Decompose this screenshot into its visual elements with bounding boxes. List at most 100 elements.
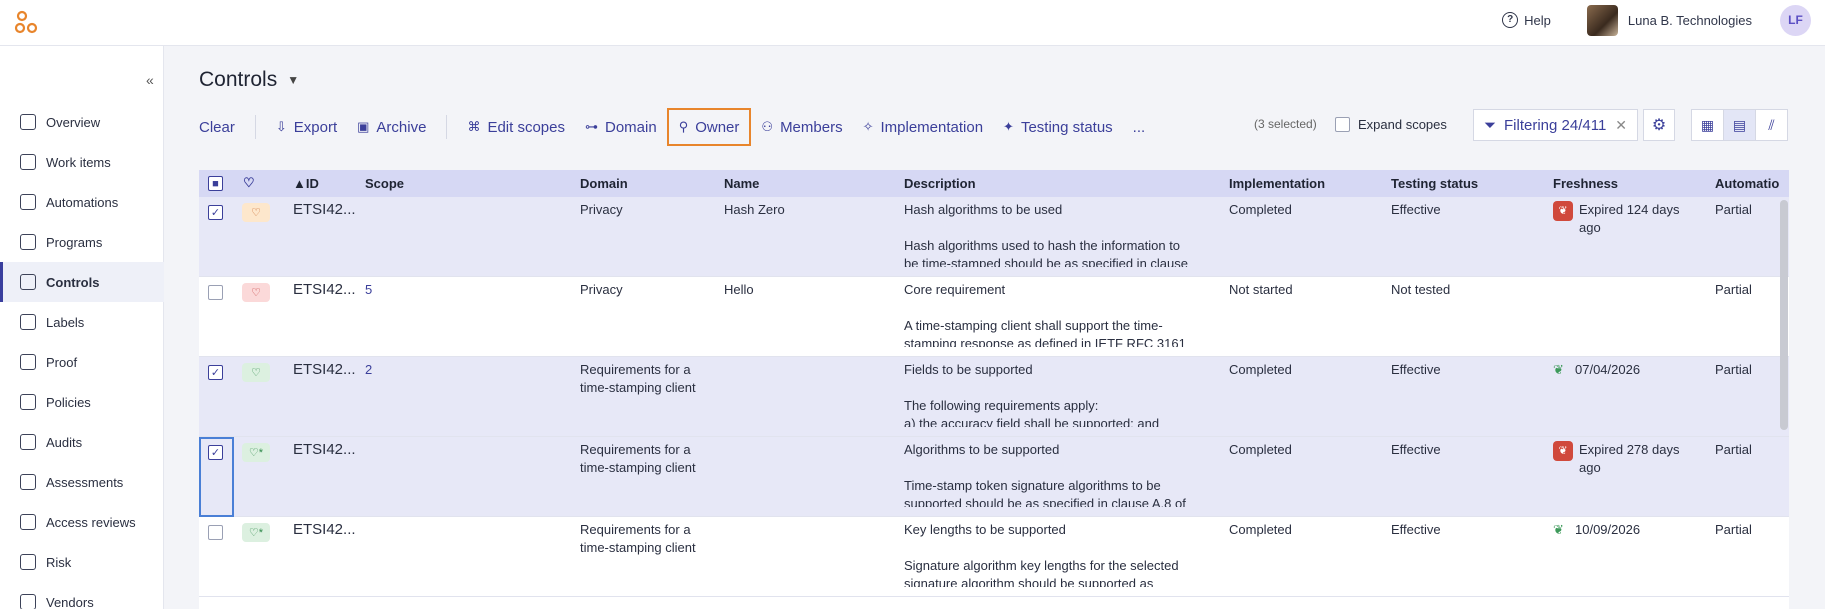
domain-button[interactable]: ⊶ Domain bbox=[575, 108, 667, 146]
control-id[interactable]: ETSI42... bbox=[293, 281, 356, 299]
clear-button[interactable]: Clear bbox=[199, 108, 245, 146]
table-row[interactable]: ♡* ETSI42... Requirements for a time-sta… bbox=[199, 517, 1789, 597]
filter-label: Filtering 24/411 bbox=[1504, 116, 1607, 134]
sidebar-item-access-reviews[interactable]: Access reviews bbox=[0, 502, 164, 542]
sidebar-item-work-items[interactable]: Work items bbox=[0, 142, 164, 182]
more-actions-button[interactable]: ... bbox=[1123, 108, 1156, 146]
column-header-description[interactable]: Description bbox=[904, 176, 976, 191]
control-id[interactable]: ETSI42... bbox=[293, 441, 356, 459]
description-body: Time-stamp token signature algorithms to… bbox=[904, 478, 1186, 507]
expand-scopes-label: Expand scopes bbox=[1358, 117, 1447, 132]
freshness-text: Expired 278 days ago bbox=[1579, 442, 1680, 475]
table-row[interactable]: ✓ ♡ ETSI42... 2 Requirements for a time-… bbox=[199, 357, 1789, 437]
members-button[interactable]: ⚇ Members bbox=[751, 108, 852, 146]
sidebar-item-controls[interactable]: Controls bbox=[0, 262, 164, 302]
sidebar-item-automations[interactable]: Automations bbox=[0, 182, 164, 222]
dashboard-icon bbox=[20, 114, 36, 130]
more-label: ... bbox=[1132, 118, 1146, 136]
export-button[interactable]: ⇩ Export bbox=[266, 108, 347, 146]
sidebar-item-overview[interactable]: Overview bbox=[0, 102, 164, 142]
policy-icon bbox=[20, 394, 36, 410]
page-title-text: Controls bbox=[199, 68, 278, 91]
org-switcher[interactable]: Luna B. Technologies bbox=[1586, 4, 1752, 36]
archive-button[interactable]: ▣ Archive bbox=[347, 108, 436, 146]
select-all-checkbox[interactable]: ■ bbox=[208, 176, 223, 191]
control-domain: Requirements for a time-stamping client bbox=[580, 442, 696, 475]
row-checkbox[interactable] bbox=[208, 285, 223, 300]
sidebar-item-programs[interactable]: Programs bbox=[0, 222, 164, 262]
expand-scopes-toggle[interactable]: Expand scopes bbox=[1335, 117, 1447, 132]
row-checkbox[interactable]: ✓ bbox=[208, 205, 223, 220]
sidebar-item-label: Work items bbox=[46, 154, 111, 170]
control-domain: Requirements for a time-stamping client bbox=[580, 362, 696, 395]
column-header-automation[interactable]: Automatio bbox=[1715, 176, 1779, 191]
column-header-testing-status[interactable]: Testing status bbox=[1391, 176, 1478, 191]
controls-table: ■ ♡ ▲ID Scope Domain Name Description Im… bbox=[199, 170, 1789, 609]
control-id[interactable]: ETSI42... bbox=[293, 521, 356, 539]
members-icon: ⚇ bbox=[761, 119, 774, 134]
sidebar-item-assessments[interactable]: Assessments bbox=[0, 462, 164, 502]
column-header-domain[interactable]: Domain bbox=[580, 176, 628, 191]
testing-status-button[interactable]: ✦ Testing status bbox=[993, 108, 1123, 146]
owner-label: Owner bbox=[695, 118, 740, 136]
label-icon bbox=[20, 314, 36, 330]
freshness-text: Expired 124 days ago bbox=[1579, 202, 1680, 235]
filter-button[interactable]: ⏷ Filtering 24/411 ✕ bbox=[1473, 109, 1638, 141]
column-header-implementation[interactable]: Implementation bbox=[1229, 176, 1325, 191]
toolbar-divider bbox=[254, 115, 256, 139]
page-title[interactable]: Controls ▼ bbox=[199, 68, 299, 92]
row-checkbox[interactable]: ✓ bbox=[208, 365, 223, 380]
status-column-icon: ♡ bbox=[243, 175, 255, 190]
app-logo-icon[interactable] bbox=[14, 10, 40, 36]
column-header-id[interactable]: ▲ID bbox=[293, 176, 319, 191]
control-implementation: Completed bbox=[1229, 442, 1292, 457]
table-view-button[interactable]: ▤ bbox=[1724, 110, 1756, 140]
sidebar-item-vendors[interactable]: Vendors bbox=[0, 582, 164, 609]
implementation-button[interactable]: ✧ Implementation bbox=[853, 108, 993, 146]
table-row[interactable]: ♡ ETSI42... 5 Privacy Hello Core require… bbox=[199, 277, 1789, 357]
sidebar-item-label: Vendors bbox=[46, 594, 94, 609]
freshness-text: 07/04/2026 bbox=[1575, 362, 1641, 377]
grid-view-button[interactable]: ▦ bbox=[1692, 110, 1724, 140]
control-automation: Partial bbox=[1715, 282, 1752, 297]
owner-button[interactable]: ⚲ Owner bbox=[666, 108, 752, 146]
domain-label: Domain bbox=[605, 118, 657, 136]
leaf-icon: ❦ bbox=[1553, 362, 1564, 377]
help-link[interactable]: ? Help bbox=[1502, 12, 1551, 28]
column-header-name[interactable]: Name bbox=[724, 176, 759, 191]
control-id[interactable]: ETSI42... bbox=[293, 361, 356, 379]
table-row[interactable]: ✓ ♡ ETSI42... Privacy Hash Zero Hash alg… bbox=[199, 197, 1789, 277]
column-header-freshness[interactable]: Freshness bbox=[1553, 176, 1618, 191]
control-automation: Partial bbox=[1715, 362, 1752, 377]
table-settings-button[interactable]: ⚙ bbox=[1643, 109, 1675, 141]
user-avatar[interactable]: LF bbox=[1780, 4, 1811, 36]
clear-filter-icon[interactable]: ✕ bbox=[1615, 117, 1627, 134]
description-body: Hash algorithms used to hash the informa… bbox=[904, 238, 1188, 267]
expand-scopes-checkbox[interactable] bbox=[1335, 117, 1350, 132]
compact-view-button[interactable]: ⫽ bbox=[1756, 110, 1787, 140]
edit-scopes-button[interactable]: ⌘ Edit scopes bbox=[457, 108, 575, 146]
control-scope[interactable]: 2 bbox=[365, 361, 372, 379]
sidebar-item-risk[interactable]: Risk bbox=[0, 542, 164, 582]
collapse-sidebar-icon[interactable]: « bbox=[146, 72, 154, 88]
control-scope[interactable]: 5 bbox=[365, 281, 372, 299]
table-scrollbar[interactable] bbox=[1780, 200, 1788, 430]
control-description: Hash algorithms to be used Hash algorith… bbox=[904, 201, 1194, 267]
bulk-actions-toolbar: Clear ⇩ Export ▣ Archive ⌘ Edit scopes ⊶ Dom… bbox=[199, 108, 1155, 146]
row-checkbox[interactable]: ✓ bbox=[208, 445, 223, 460]
control-freshness: ❦ 07/04/2026 bbox=[1553, 361, 1688, 379]
audit-icon bbox=[20, 434, 36, 450]
column-header-scope[interactable]: Scope bbox=[365, 176, 404, 191]
control-id[interactable]: ETSI42... bbox=[293, 201, 356, 219]
table-row[interactable]: ✓ ♡* ETSI42... Requirements for a time-s… bbox=[199, 437, 1789, 517]
sidebar-item-proof[interactable]: Proof bbox=[0, 342, 164, 382]
control-freshness: ❦ Expired 124 days ago bbox=[1553, 201, 1688, 237]
heart-asterisk-icon: ♡* bbox=[242, 443, 270, 462]
sidebar-item-label: Programs bbox=[46, 234, 103, 250]
sidebar-item-labels[interactable]: Labels bbox=[0, 302, 164, 342]
sidebar-nav: Overview Work items Automations Programs… bbox=[0, 102, 164, 609]
row-checkbox[interactable] bbox=[208, 525, 223, 540]
sidebar-item-policies[interactable]: Policies bbox=[0, 382, 164, 422]
sidebar-item-audits[interactable]: Audits bbox=[0, 422, 164, 462]
description-title: Hash algorithms to be used bbox=[904, 202, 1063, 217]
